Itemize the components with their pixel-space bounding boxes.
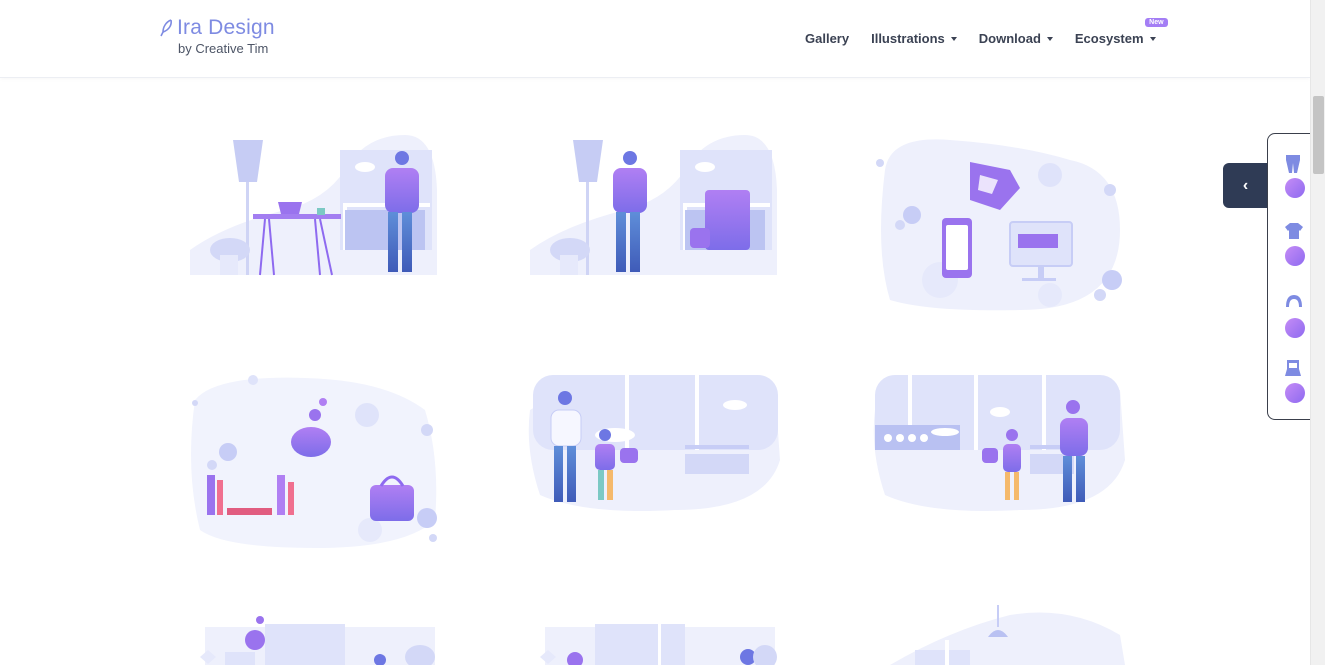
panel-item-hair[interactable] [1284, 294, 1308, 338]
nav-illustrations[interactable]: Illustrations [871, 31, 957, 46]
devices-illustration [876, 139, 1122, 311]
illustration-card-8[interactable] [530, 612, 790, 665]
brand-subtitle: by Creative Tim [178, 41, 269, 56]
panel-item-shirt[interactable] [1284, 222, 1308, 266]
office-illustration [540, 624, 777, 665]
navbar: Ira Design by Creative Tim Gallery Illus… [0, 0, 1310, 78]
mother-and-daughter-illustration [873, 375, 1125, 511]
man-with-luggage-illustration [530, 135, 777, 275]
caret-down-icon [1046, 36, 1053, 41]
panel-item-pants[interactable] [1284, 154, 1308, 198]
panel-item-shoes[interactable] [1284, 359, 1308, 403]
shirt-icon [1285, 223, 1303, 239]
brand[interactable]: Ira Design by Creative Tim [160, 16, 275, 56]
savings-illustration [191, 375, 437, 548]
father-and-son-illustration [528, 375, 780, 511]
color-swatch[interactable] [1285, 383, 1305, 403]
man-at-desk-illustration [190, 135, 437, 276]
nav-download-label: Download [978, 31, 1041, 46]
new-badge: New [1145, 18, 1168, 27]
illustration-card-2[interactable] [525, 130, 785, 280]
shoes-icon [1285, 360, 1301, 376]
illustration-card-4[interactable] [185, 370, 445, 550]
nav-gallery-label: Gallery [805, 31, 850, 46]
illustration-card-9[interactable] [890, 605, 1130, 665]
bank-illustration [200, 616, 435, 665]
color-swatch[interactable] [1285, 318, 1305, 338]
nav-illustrations-label: Illustrations [871, 31, 945, 46]
feather-logo-icon [160, 19, 172, 37]
pants-icon [1286, 155, 1300, 173]
color-swatch[interactable] [1285, 178, 1305, 198]
illustration-card-5[interactable] [525, 370, 785, 520]
nav-ecosystem-label: Ecosystem [1074, 31, 1144, 46]
caret-down-icon [950, 36, 957, 41]
lamp-room-illustration [890, 605, 1125, 665]
viewport: Ira Design by Creative Tim Gallery Illus… [0, 0, 1325, 665]
hair-icon [1286, 295, 1302, 307]
color-swatch[interactable] [1285, 246, 1305, 266]
nav-gallery[interactable]: Gallery [805, 31, 849, 46]
nav-ecosystem[interactable]: Ecosystem New [1074, 18, 1168, 46]
illustration-card-3[interactable] [870, 130, 1130, 315]
scrollbar-thumb[interactable] [1313, 96, 1324, 174]
illustration-card-1[interactable] [185, 130, 445, 280]
illustration-card-7[interactable] [190, 612, 450, 665]
page-scrollbar[interactable] [1310, 0, 1325, 665]
illustration-card-6[interactable] [870, 370, 1130, 520]
main-nav: Gallery Illustrations Download Ecosystem… [805, 18, 1178, 46]
chevron-left-icon: ‹ [1242, 176, 1249, 194]
panel-toggle-button[interactable]: ‹ [1223, 163, 1268, 208]
brand-title: Ira Design [177, 16, 275, 39]
caret-down-icon [1149, 36, 1156, 41]
nav-download[interactable]: Download [979, 31, 1053, 46]
